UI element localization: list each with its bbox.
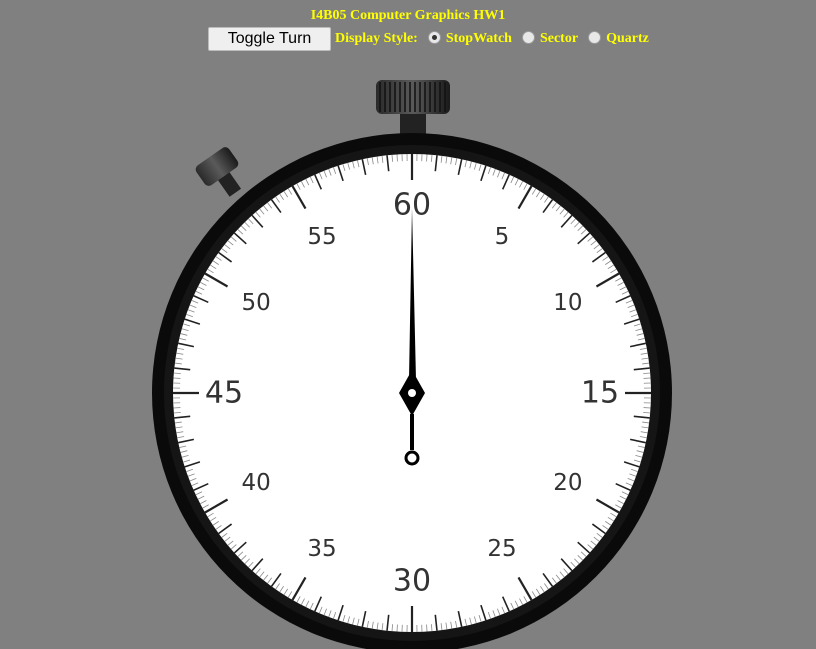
second-hand-tail bbox=[410, 414, 414, 450]
dial-number: 55 bbox=[307, 224, 336, 250]
tail-ring bbox=[404, 450, 420, 466]
dial-number: 35 bbox=[307, 536, 336, 562]
dial-number: 45 bbox=[205, 376, 243, 411]
dial-number: 30 bbox=[393, 564, 431, 599]
dial-number: 15 bbox=[581, 376, 619, 411]
hand-pivot bbox=[408, 389, 416, 397]
dial-number: 5 bbox=[495, 224, 510, 250]
dial-number: 10 bbox=[553, 290, 582, 316]
dial-number: 20 bbox=[553, 470, 582, 496]
dial-number: 50 bbox=[241, 290, 270, 316]
stopwatch-canvas[interactable]: 60510152025303540455055 bbox=[0, 0, 816, 649]
dial-number: 25 bbox=[487, 536, 516, 562]
side-pusher[interactable] bbox=[194, 145, 252, 204]
crown-knob bbox=[376, 80, 450, 114]
dial-number: 40 bbox=[241, 470, 270, 496]
crown-button[interactable] bbox=[376, 80, 450, 140]
